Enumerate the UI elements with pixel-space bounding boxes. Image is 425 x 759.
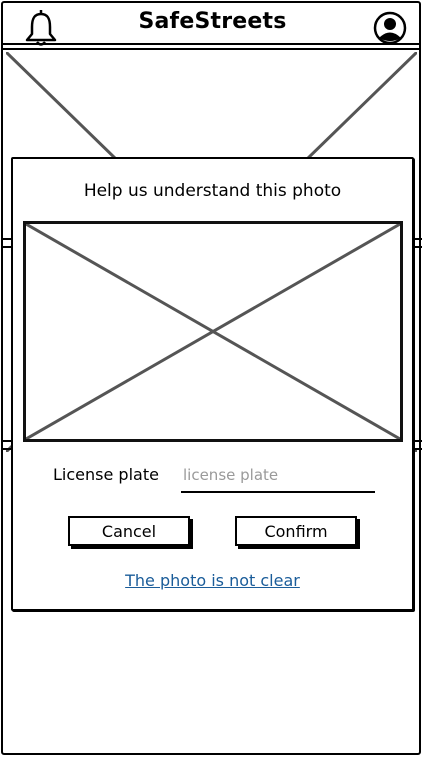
- image-placeholder-icon: [26, 224, 400, 439]
- photo-review-dialog: Help us understand this photo License pl…: [11, 157, 414, 611]
- license-plate-label: License plate: [53, 465, 159, 484]
- photo-preview: [23, 221, 403, 442]
- confirm-button[interactable]: Confirm: [235, 516, 357, 546]
- app-title: SafeStreets: [138, 9, 287, 34]
- cancel-button[interactable]: Cancel: [68, 516, 190, 546]
- license-plate-input[interactable]: [181, 459, 375, 493]
- dialog-title: Help us understand this photo: [83, 181, 342, 201]
- header-divider: [3, 48, 419, 50]
- photo-not-clear-link[interactable]: The photo is not clear: [13, 571, 412, 590]
